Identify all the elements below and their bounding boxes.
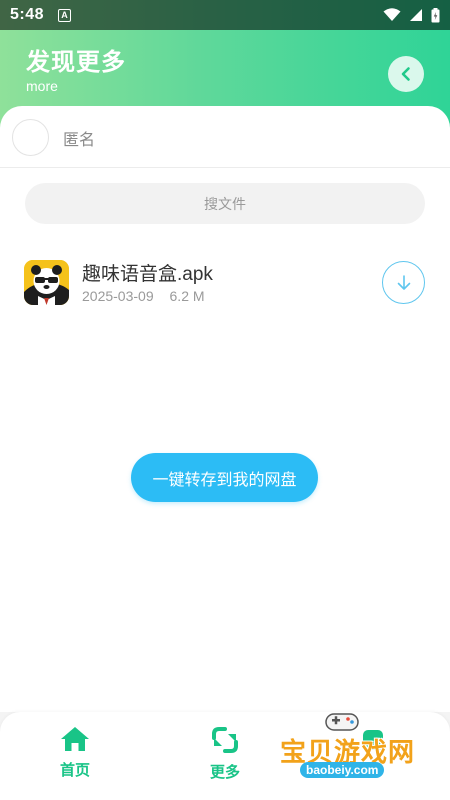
nav-label-more: 更多 bbox=[209, 764, 240, 781]
save-button-label: 一键转存到我的网盘 bbox=[152, 471, 297, 489]
search-placeholder: 搜文件 bbox=[204, 195, 246, 212]
wifi-icon bbox=[383, 8, 401, 21]
page-title: 发现更多 bbox=[26, 49, 126, 76]
user-row: 匿名 bbox=[0, 106, 450, 168]
nav-item-third[interactable] bbox=[338, 726, 408, 761]
nav-label-home: 首页 bbox=[59, 762, 90, 779]
list-item[interactable]: 趣味语音盒.apk 2025-03-09 6.2 M bbox=[0, 250, 450, 316]
bottom-nav-container: 首页 更多 bbox=[0, 712, 450, 800]
a-box-icon: A bbox=[58, 8, 72, 22]
avatar[interactable] bbox=[12, 119, 49, 156]
file-meta: 2025-03-09 6.2 M bbox=[82, 288, 205, 304]
page-subtitle: more bbox=[26, 78, 58, 94]
download-arrow-icon bbox=[397, 274, 410, 290]
user-name: 匿名 bbox=[63, 132, 96, 149]
file-size: 6.2 M bbox=[169, 288, 205, 304]
signal-icon bbox=[410, 9, 422, 21]
nav-item-home[interactable]: 首页 bbox=[40, 726, 110, 780]
status-icons bbox=[383, 7, 440, 23]
battery-icon bbox=[431, 7, 440, 22]
status-time: 5:48 bbox=[10, 6, 45, 23]
status-bar: 5:48 A bbox=[0, 0, 450, 30]
tab-icon bbox=[363, 730, 383, 750]
search-input[interactable]: 搜文件 bbox=[25, 183, 425, 224]
bottom-nav: 首页 更多 bbox=[0, 712, 450, 800]
save-to-cloud-button[interactable]: 一键转存到我的网盘 bbox=[131, 453, 318, 502]
panda-app-icon bbox=[24, 260, 69, 305]
back-button[interactable] bbox=[388, 56, 424, 92]
home-icon bbox=[61, 727, 89, 751]
nav-item-more[interactable]: 更多 bbox=[190, 726, 260, 782]
refresh-arrows-icon bbox=[212, 727, 238, 753]
download-button[interactable] bbox=[382, 261, 425, 304]
chevron-left-icon bbox=[401, 67, 410, 81]
main-card: 匿名 搜文件 趣味语音盒.apk 2025-03-09 6.2 M 一键转存到我… bbox=[0, 106, 450, 800]
file-name: 趣味语音盒.apk bbox=[82, 264, 213, 285]
file-date: 2025-03-09 bbox=[82, 288, 154, 304]
